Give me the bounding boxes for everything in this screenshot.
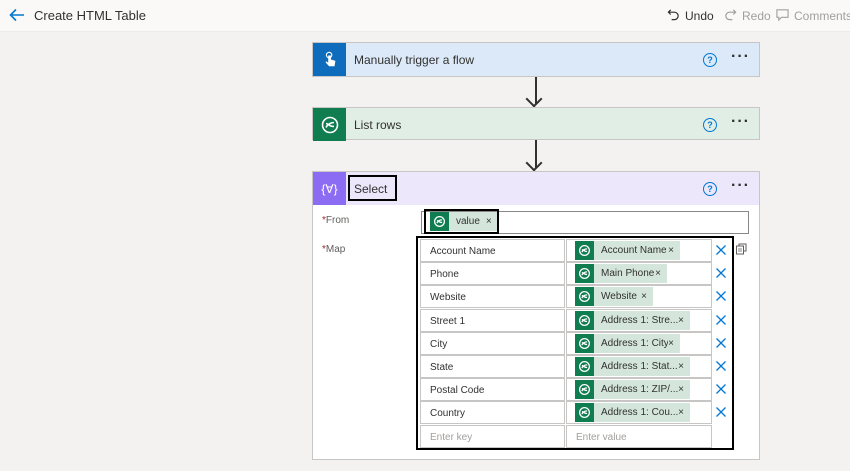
undo-label: Undo <box>685 9 714 23</box>
comments-label: Comments <box>794 9 850 23</box>
map-highlight-box <box>416 236 734 450</box>
undo-button[interactable]: Undo <box>667 8 714 24</box>
list-rows-card[interactable]: List rows ? ··· <box>312 107 760 141</box>
list-rows-card-title: List rows <box>354 118 402 132</box>
comment-icon <box>776 8 789 24</box>
help-icon[interactable]: ? <box>703 118 717 132</box>
connector-arrow-icon <box>525 90 543 108</box>
redo-button[interactable]: Redo <box>724 8 771 24</box>
redo-label: Redo <box>742 9 771 23</box>
switch-map-mode-icon[interactable] <box>735 242 747 255</box>
trigger-card-title: Manually trigger a flow <box>354 53 475 67</box>
dataverse-icon <box>313 108 346 141</box>
more-options-button[interactable]: ··· <box>731 177 750 195</box>
help-icon[interactable]: ? <box>703 53 717 67</box>
comments-button[interactable]: Comments <box>776 8 850 24</box>
flow-title: Create HTML Table <box>34 8 146 23</box>
more-options-button[interactable]: ··· <box>731 48 750 66</box>
title-highlight-box <box>348 175 397 201</box>
map-label: *Map <box>322 244 346 255</box>
from-highlight-box <box>424 209 499 234</box>
connector-arrow-icon <box>525 154 543 172</box>
trigger-card[interactable]: Manually trigger a flow ? ··· <box>312 42 760 77</box>
help-icon[interactable]: ? <box>703 182 717 196</box>
touch-hand-icon <box>313 43 346 76</box>
list-rows-card-header[interactable]: List rows ? ··· <box>313 108 759 141</box>
undo-icon <box>667 8 680 24</box>
trigger-card-header[interactable]: Manually trigger a flow ? ··· <box>313 43 759 76</box>
redo-icon <box>724 8 737 24</box>
from-label: *From <box>322 215 350 226</box>
arrow-left-icon[interactable] <box>8 6 26 24</box>
data-operation-icon: {∀} <box>313 172 346 205</box>
more-options-button[interactable]: ··· <box>731 113 750 131</box>
top-bar: Create HTML Table Undo Redo Comments <box>0 0 850 32</box>
